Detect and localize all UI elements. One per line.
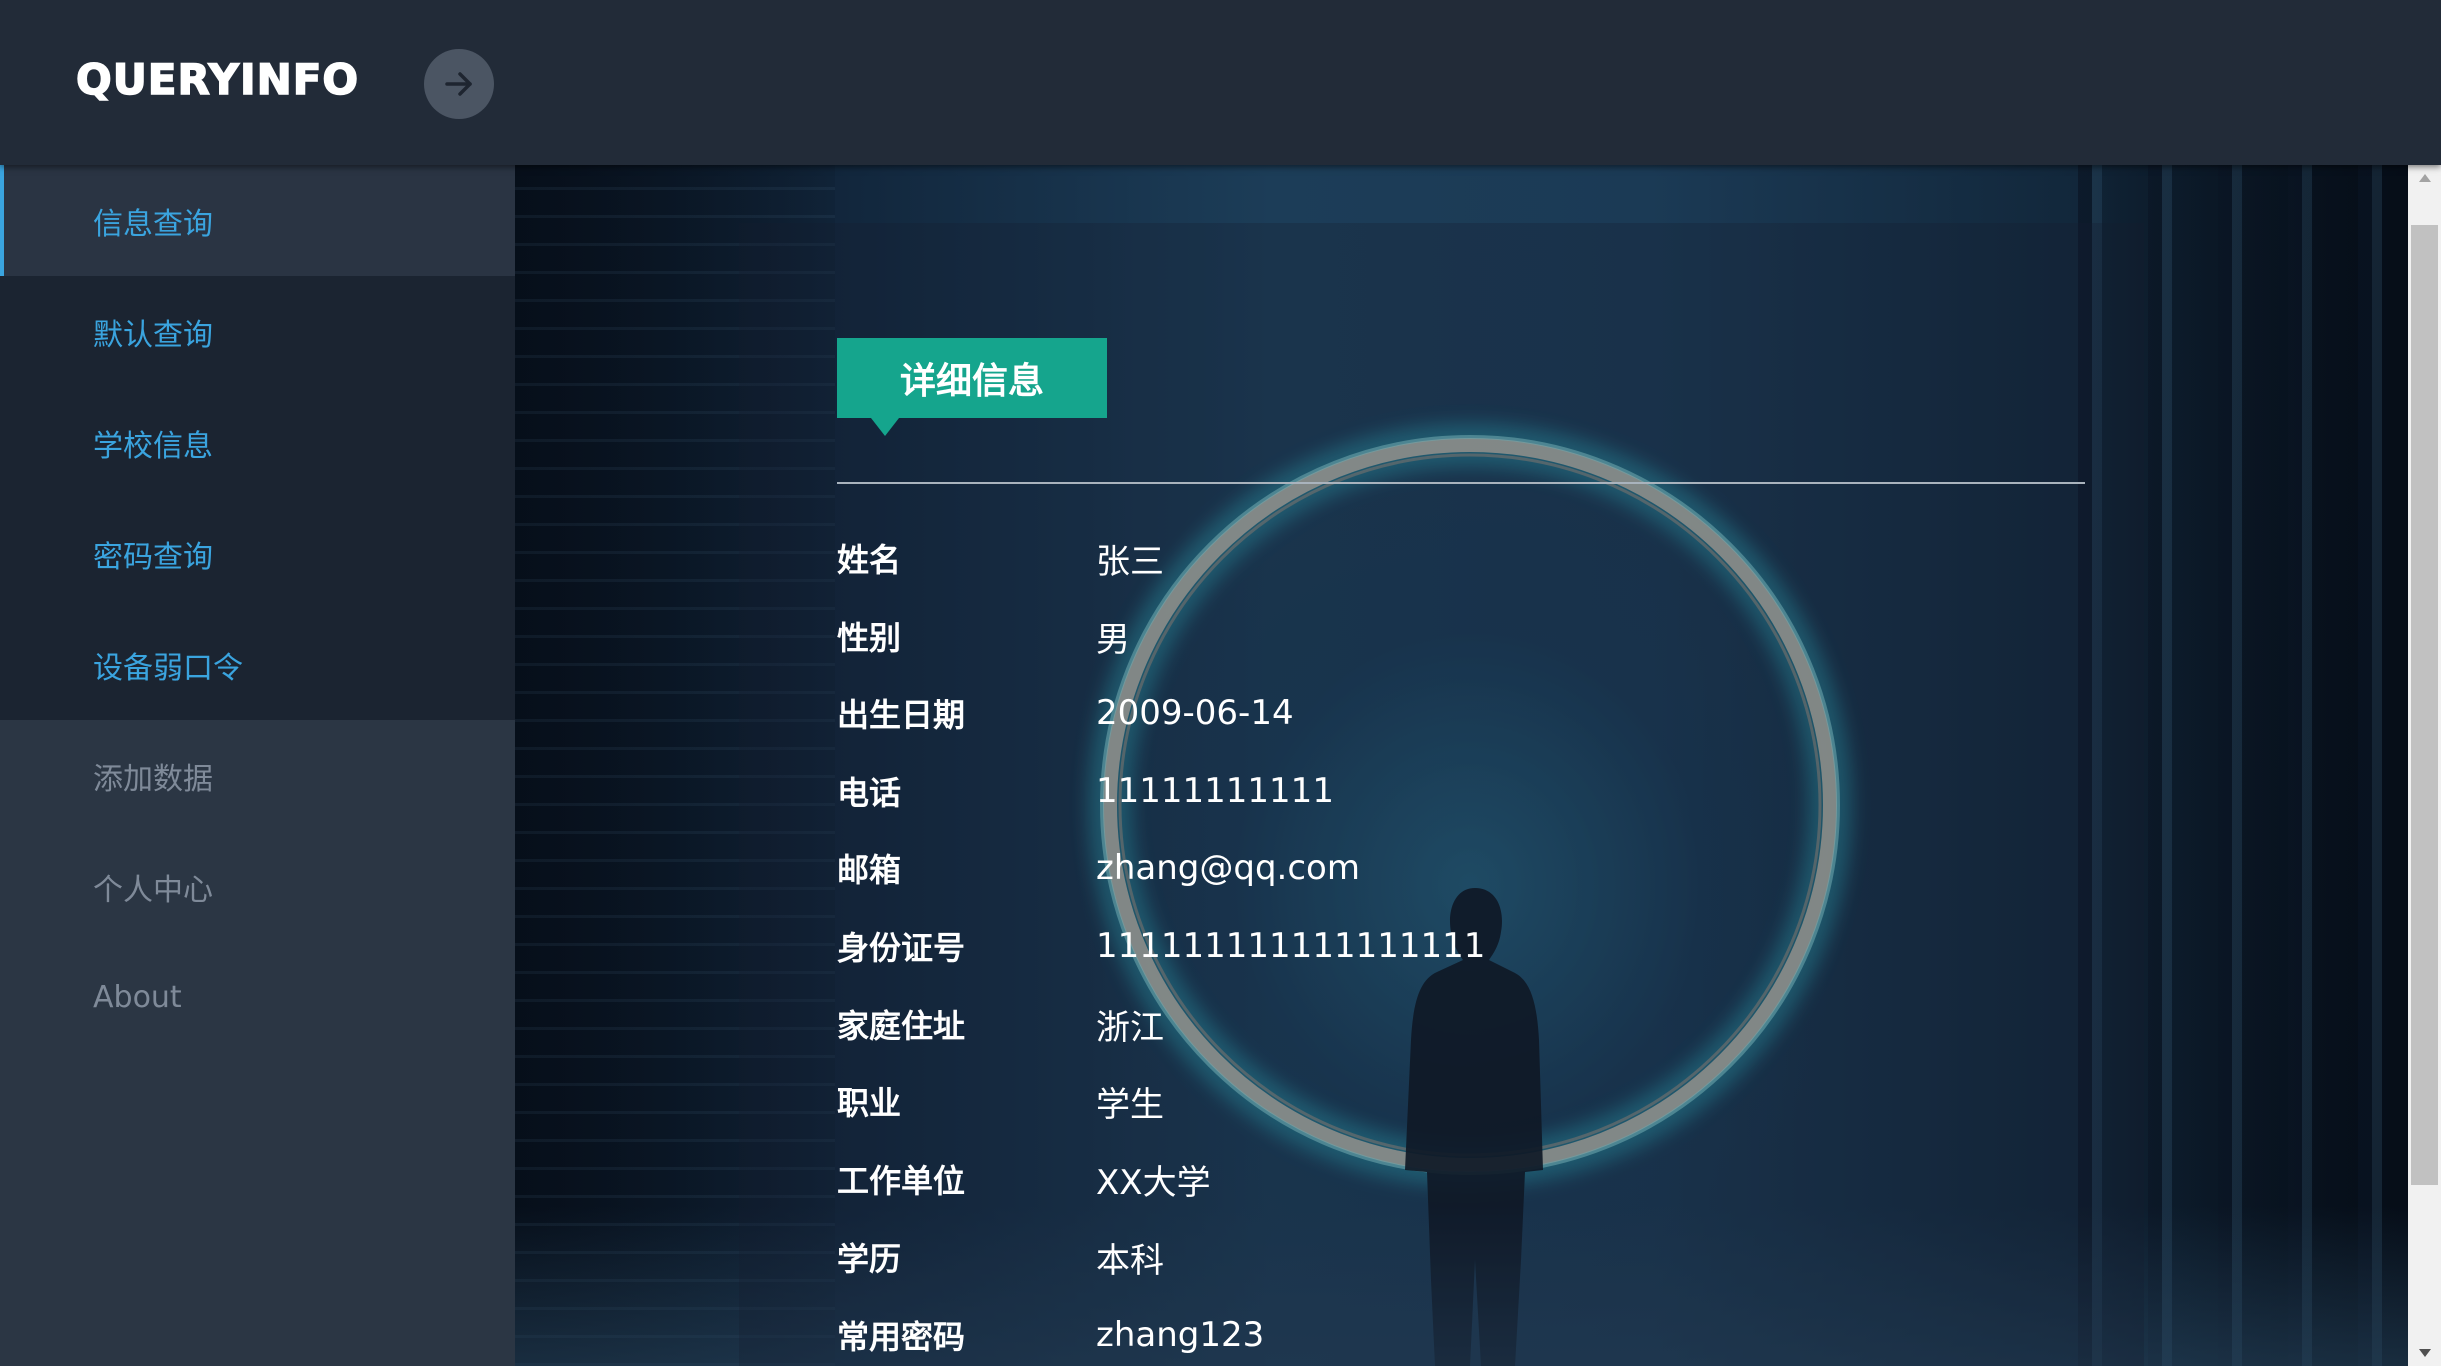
arrow-right-icon — [445, 72, 472, 96]
detail-value: 111111111111111111 — [1096, 926, 1486, 966]
detail-value: 11111111111 — [1096, 771, 1334, 811]
detail-row-email: 邮箱 zhang@qq.com — [837, 838, 2037, 898]
detail-value: zhang@qq.com — [1096, 848, 1360, 888]
detail-label: 学历 — [837, 1240, 902, 1278]
top-header: QUERYINFO — [0, 0, 2441, 165]
app-logo[interactable]: QUERYINFO — [75, 52, 359, 108]
sidebar-item-label: 信息查询 — [93, 206, 213, 242]
sidebar-item-label: 密码查询 — [93, 539, 213, 575]
detail-row-name: 姓名 张三 — [837, 528, 2037, 588]
detail-value: 张三 — [1096, 541, 1164, 582]
section-divider — [837, 482, 2085, 484]
detail-label: 电话 — [837, 774, 902, 812]
sidebar-nav: 信息查询 默认查询 学校信息 密码查询 设备弱口令 添加数据 个人中心 Abou… — [0, 165, 515, 1366]
detail-row-birthdate: 出生日期 2009-06-14 — [837, 683, 2037, 743]
detail-row-phone: 电话 11111111111 — [837, 761, 2037, 821]
detail-row-common-password: 常用密码 zhang123 — [837, 1305, 2037, 1365]
detail-row-gender: 性别 男 — [837, 606, 2037, 666]
scroll-up-arrow[interactable] — [2408, 165, 2441, 191]
detail-label: 邮箱 — [837, 851, 902, 889]
sidebar-item-default-query[interactable]: 默认查询 — [0, 276, 515, 387]
sidebar-item-profile[interactable]: 个人中心 — [0, 831, 515, 942]
sidebar-submenu: 默认查询 学校信息 密码查询 设备弱口令 — [0, 276, 515, 720]
triangle-down-icon — [2418, 1349, 2431, 1357]
sidebar-item-label: 添加数据 — [93, 761, 213, 797]
sidebar-item-about[interactable]: About — [0, 942, 515, 1053]
sidebar-item-school-info[interactable]: 学校信息 — [0, 387, 515, 498]
detail-label: 工作单位 — [837, 1162, 966, 1200]
detail-value: 学生 — [1096, 1084, 1164, 1125]
detail-label: 职业 — [837, 1084, 902, 1122]
sidebar-item-label: 学校信息 — [93, 428, 213, 464]
detail-row-education: 学历 本科 — [837, 1227, 2037, 1287]
sidebar-item-label: About — [93, 980, 182, 1015]
detail-label: 家庭住址 — [837, 1007, 966, 1045]
detail-value: XX大学 — [1096, 1162, 1211, 1203]
detail-value: 2009-06-14 — [1096, 693, 1294, 733]
sidebar-item-label: 设备弱口令 — [93, 650, 243, 686]
vertical-scrollbar[interactable] — [2408, 165, 2441, 1366]
sidebar-item-label: 个人中心 — [93, 872, 213, 908]
detail-label: 出生日期 — [837, 696, 966, 734]
detail-label: 常用密码 — [837, 1318, 966, 1356]
detail-label: 姓名 — [837, 541, 902, 579]
detail-label: 性别 — [837, 619, 902, 657]
sidebar-item-password-query[interactable]: 密码查询 — [0, 498, 515, 609]
detail-label: 身份证号 — [837, 929, 966, 967]
sidebar-item-info-query[interactable]: 信息查询 — [0, 165, 515, 276]
triangle-up-icon — [2418, 174, 2431, 182]
main-content: 详细信息 姓名 张三 性别 男 出生日期 2009-06-14 电话 11111… — [515, 165, 2408, 1366]
detail-value: 本科 — [1096, 1240, 1164, 1281]
detail-row-address: 家庭住址 浙江 — [837, 994, 2037, 1054]
scroll-thumb[interactable] — [2411, 225, 2438, 1185]
scroll-down-arrow[interactable] — [2408, 1340, 2441, 1366]
detail-row-occupation: 职业 学生 — [837, 1071, 2037, 1131]
detail-row-employer: 工作单位 XX大学 — [837, 1149, 2037, 1209]
section-title-tag: 详细信息 — [837, 338, 1107, 436]
detail-row-id-number: 身份证号 111111111111111111 — [837, 916, 2037, 976]
sidebar-item-weak-password[interactable]: 设备弱口令 — [0, 609, 515, 720]
detail-value: 男 — [1096, 619, 1130, 660]
sidebar-item-label: 默认查询 — [93, 317, 213, 353]
sidebar-item-add-data[interactable]: 添加数据 — [0, 720, 515, 831]
detail-value: zhang123 — [1096, 1315, 1265, 1355]
sidebar-toggle-button[interactable] — [424, 49, 494, 119]
detail-value: 浙江 — [1096, 1007, 1164, 1048]
